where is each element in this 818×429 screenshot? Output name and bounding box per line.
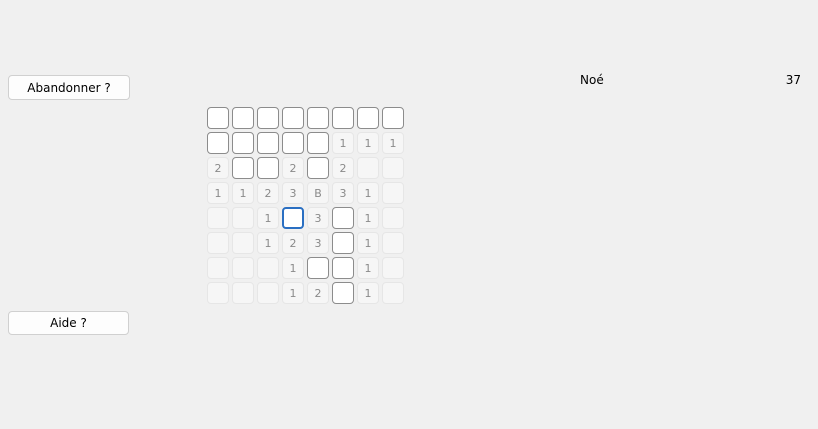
grid-cell-revealed [207, 257, 229, 279]
grid-cell-revealed: 1 [282, 257, 304, 279]
grid-cell-revealed [232, 257, 254, 279]
grid-cell-revealed [207, 232, 229, 254]
grid-cell-covered[interactable] [207, 132, 229, 154]
grid-cell-focused[interactable] [282, 207, 304, 229]
grid-cell-covered[interactable] [332, 282, 354, 304]
grid-cell-revealed: 3 [282, 182, 304, 204]
grid-cell-revealed [382, 157, 404, 179]
grid-cell-covered[interactable] [332, 207, 354, 229]
grid-cell-revealed: 2 [307, 282, 329, 304]
grid-cell-revealed [232, 282, 254, 304]
grid-cell-covered[interactable] [332, 107, 354, 129]
grid-cell-revealed: 2 [207, 157, 229, 179]
grid-cell-revealed: 3 [307, 207, 329, 229]
grid-cell-revealed [257, 282, 279, 304]
grid-cell-revealed: 1 [232, 182, 254, 204]
grid-cell-covered[interactable] [307, 132, 329, 154]
grid-cell-covered[interactable] [232, 107, 254, 129]
grid-cell-revealed [382, 257, 404, 279]
grid-cell-covered[interactable] [232, 157, 254, 179]
grid-cell-revealed: 2 [332, 157, 354, 179]
grid-cell-covered[interactable] [332, 257, 354, 279]
grid-cell-revealed: 1 [257, 207, 279, 229]
grid-cell-revealed: B [307, 182, 329, 204]
grid-cell-covered[interactable] [207, 107, 229, 129]
grid-cell-revealed: 1 [332, 132, 354, 154]
grid-cell-revealed: 2 [282, 232, 304, 254]
grid-cell-covered[interactable] [232, 132, 254, 154]
grid-cell-revealed [232, 207, 254, 229]
grid-cell-revealed [232, 232, 254, 254]
grid-cell-revealed: 1 [357, 232, 379, 254]
grid-cell-covered[interactable] [357, 107, 379, 129]
grid-cell-revealed: 3 [307, 232, 329, 254]
grid-cell-revealed [207, 282, 229, 304]
grid-cell-revealed [382, 232, 404, 254]
minesweeper-grid: 1112221123B31131123111121 [207, 107, 405, 305]
grid-cell-revealed: 1 [357, 182, 379, 204]
score-value: 37 [785, 73, 801, 87]
grid-cell-revealed: 1 [257, 232, 279, 254]
grid-cell-covered[interactable] [332, 232, 354, 254]
grid-cell-revealed: 1 [357, 257, 379, 279]
player-name: Noé [580, 73, 604, 87]
grid-cell-revealed [207, 207, 229, 229]
grid-cell-revealed: 1 [282, 282, 304, 304]
grid-cell-revealed: 1 [382, 132, 404, 154]
grid-cell-covered[interactable] [382, 107, 404, 129]
grid-cell-covered[interactable] [257, 157, 279, 179]
grid-cell-covered[interactable] [282, 132, 304, 154]
abandon-button[interactable]: Abandonner ? [8, 75, 130, 100]
grid-cell-revealed [357, 157, 379, 179]
grid-cell-covered[interactable] [282, 107, 304, 129]
grid-cell-revealed: 1 [357, 132, 379, 154]
grid-cell-covered[interactable] [307, 107, 329, 129]
grid-cell-revealed: 1 [357, 207, 379, 229]
grid-cell-revealed: 1 [207, 182, 229, 204]
grid-cell-covered[interactable] [257, 107, 279, 129]
grid-cell-revealed [382, 182, 404, 204]
grid-cell-covered[interactable] [307, 157, 329, 179]
grid-cell-revealed: 2 [257, 182, 279, 204]
grid-cell-revealed [382, 207, 404, 229]
grid-cell-revealed [382, 282, 404, 304]
grid-cell-revealed: 2 [282, 157, 304, 179]
grid-cell-revealed [257, 257, 279, 279]
grid-cell-covered[interactable] [257, 132, 279, 154]
grid-cell-covered[interactable] [307, 257, 329, 279]
grid-cell-revealed: 3 [332, 182, 354, 204]
help-button[interactable]: Aide ? [8, 311, 129, 335]
grid-cell-revealed: 1 [357, 282, 379, 304]
